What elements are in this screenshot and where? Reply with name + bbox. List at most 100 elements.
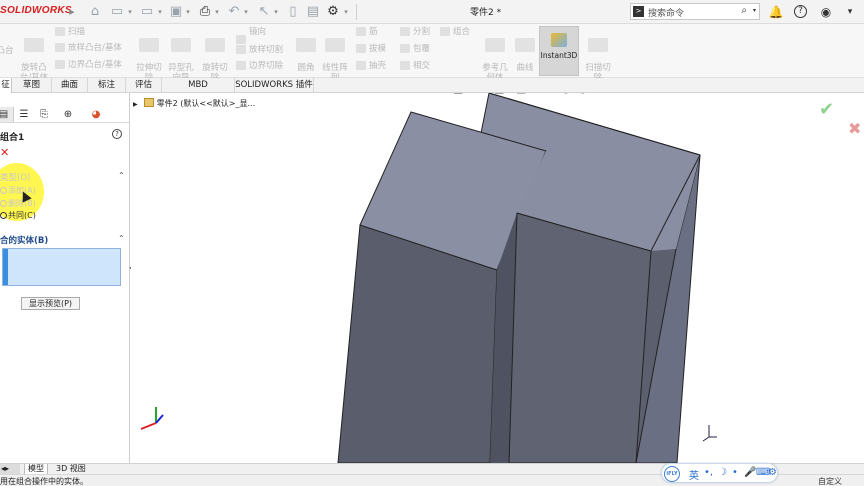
ime-microphone-icon[interactable]: 🎤 [744,467,756,478]
dimxpert-tab-icon[interactable]: ⊕ [58,107,78,122]
help-icon[interactable]: ? [112,129,122,139]
print-dropdown-icon[interactable]: ▾ [213,4,221,20]
wrap-button[interactable]: 包覆 [400,43,430,55]
view-minimize-icon[interactable]: ▭ [821,93,830,95]
new-dropdown-icon[interactable]: ▾ [126,4,134,20]
ime-moon-icon[interactable]: ☽ [718,467,727,478]
confirm-cancel-icon[interactable]: ✖ [848,119,861,138]
split-button[interactable]: 分割 [400,26,430,38]
input-method-toolbar[interactable]: iFLY 英 •, ☽ • 🎤 ⌨ ⚙ [661,463,778,483]
dynamic-annotation-icon[interactable]: ⋈ [471,93,482,95]
tab-solidworks-addins[interactable]: SOLIDWORKS 插件 [235,78,314,93]
notifications-bell-icon[interactable]: 🔔 [768,4,784,20]
open-dropdown-icon[interactable]: ▾ [156,4,164,20]
boundary-boss-button[interactable]: 边界凸台/基体 [55,59,122,71]
tab-evaluate[interactable]: 评估 [126,78,162,93]
reference-geometry-button[interactable]: 参考几 何体 [480,28,510,83]
cancel-icon[interactable]: ✕ [0,146,9,159]
combine-button[interactable]: 组合 [440,26,470,38]
file-properties-icon[interactable]: ▤ [305,4,321,20]
revolve-cut-button[interactable]: 旋转切 除 [199,28,231,83]
boundary-cut-button[interactable]: 边界切除 [236,60,283,72]
select-icon[interactable]: ↖ [256,4,272,20]
shell-button[interactable]: 抽壳 [356,60,386,72]
common-radio[interactable]: 共同(C) [0,210,36,222]
mirror-button[interactable]: 镜向 [236,26,266,38]
extrude-cut-button[interactable]: 拉伸切 除 [133,28,165,83]
view-orientation-icon[interactable]: ◩ [494,93,504,95]
fillet-button[interactable]: 圆角 [292,28,320,73]
extrude-boss-button[interactable]: 凸台 [0,46,16,56]
search-dropdown-icon[interactable]: ▾ [753,7,756,14]
select-dropdown-icon[interactable]: ▾ [272,4,280,20]
tab-features[interactable]: 征 [0,78,12,93]
tab-surfaces[interactable]: 曲面 [52,78,88,93]
configuration-manager-tab-icon[interactable]: ⎘ [34,107,54,122]
options-dropdown-icon[interactable]: ▾ [342,4,350,20]
open-icon[interactable]: ▭ [139,4,155,20]
operation-type-header[interactable]: 类型(O) [0,171,30,183]
display-style-icon[interactable]: ◪ [516,93,526,95]
account-dropdown-icon[interactable]: ▾ [842,4,858,20]
menu-expand-icon[interactable]: ▶ [68,4,76,20]
loft-boss-button[interactable]: 放样凸台/基体 [55,42,122,54]
zoom-to-area-icon[interactable]: ⌖ [415,93,421,96]
collapse-caret-icon[interactable]: ⌃ [118,171,125,180]
draft-button[interactable]: 拔模 [356,43,386,55]
bodies-collapse-caret-icon[interactable]: ⌃ [118,234,125,243]
instant3d-button[interactable]: Instant3D [539,26,579,76]
view-close-icon[interactable]: ✕ [853,93,861,95]
tab-mbd-dimensions[interactable]: MBD Dimensions [162,78,235,104]
hide-show-items-icon[interactable]: 👁 [539,93,553,95]
help-icon[interactable]: ? [794,5,807,18]
show-preview-button[interactable]: 显示预览(P) [21,297,80,310]
options-gear-icon[interactable]: ⚙ [325,4,341,20]
undo-dropdown-icon[interactable]: ▾ [242,4,250,20]
rib-button[interactable]: 筋 [356,26,378,38]
units-customize-label[interactable]: 自定义 [818,476,842,486]
tab-sketch[interactable]: 草图 [12,78,52,93]
curves-button[interactable]: 曲线 [512,28,538,73]
revolve-boss-button[interactable]: 旋转凸 台/基体 [18,28,50,83]
edit-appearance-icon[interactable]: ◑ [561,93,571,95]
undo-icon[interactable]: ↶ [226,4,242,20]
ime-settings-icon[interactable]: ⚙ [768,467,777,478]
search-icon[interactable]: ⌕ [741,5,747,16]
bodies-to-combine-header[interactable]: 合的实体(B) [0,234,48,246]
property-manager-tab-icon[interactable]: ☰ [14,107,34,122]
view-expand-icon[interactable]: ◫ [803,93,812,95]
section-view-icon[interactable]: ◫ [453,93,463,95]
save-icon[interactable]: ▣ [168,4,184,20]
sweep-button[interactable]: 扫描 [55,26,85,38]
confirm-ok-icon[interactable]: ✔ [819,99,834,120]
linear-pattern-button[interactable]: 线性阵 列 [320,28,350,83]
subtract-radio[interactable]: 删除(B) [0,198,36,210]
rebuild-icon[interactable]: ▯ [285,4,301,20]
tab-annotation[interactable]: 标注 [88,78,126,93]
view-restore-icon[interactable]: ❐ [837,93,845,95]
intersect-button[interactable]: 相交 [400,60,430,72]
view-settings-icon[interactable]: ▭ [596,93,606,95]
print-icon[interactable]: ⎙ [197,4,213,20]
back-block-lower-front-face[interactable] [508,212,652,463]
previous-view-icon[interactable]: ↺ [433,93,442,95]
model-3d-view[interactable] [131,93,864,463]
ime-comma-icon[interactable]: • [732,467,738,478]
bodies-selection-box[interactable] [2,248,121,286]
ime-punctuation-icon[interactable]: •, [704,467,713,478]
fillet-icon [296,38,316,52]
feature-manager-tab-icon[interactable]: ▤ [0,107,14,122]
user-account-icon[interactable]: ◉ [818,4,834,20]
new-document-icon[interactable]: ▭ [109,4,125,20]
save-dropdown-icon[interactable]: ▾ [184,4,192,20]
loft-cut-button[interactable]: 放样切割 [236,44,283,56]
hole-wizard-button[interactable]: 异型孔 向导 [165,28,197,83]
apply-scene-icon[interactable]: ◐ [578,93,588,95]
display-manager-tab-icon[interactable]: ◕ [86,107,106,122]
sweep-cut-button[interactable]: 扫描切 除 [583,28,613,83]
home-icon[interactable]: ⌂ [87,4,103,20]
ime-language-toggle[interactable]: 英 [689,467,699,482]
search-commands-input[interactable]: > 搜索命令 ⌕ ▾ [630,3,760,20]
graphics-area[interactable]: ▶零件2 (默认<<默认>_显... ⌕ ⌖ ↺ ◫ ⋈ ◩ ◪ 👁 [131,93,864,463]
zoom-to-fit-icon[interactable]: ⌕ [399,93,405,96]
